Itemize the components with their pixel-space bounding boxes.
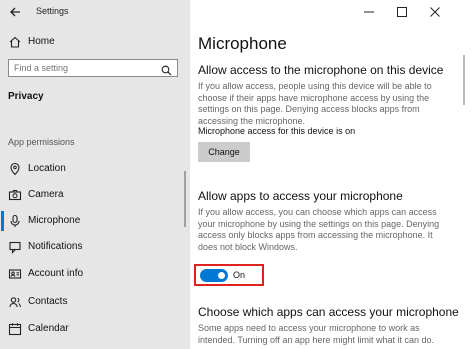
back-arrow-icon[interactable] [8, 5, 22, 19]
sidebar-item-label: Camera [28, 189, 64, 200]
page-title: Microphone [198, 34, 287, 53]
contacts-icon [8, 295, 22, 309]
sidebar-item-camera[interactable]: Camera [0, 185, 190, 207]
app-title: Settings [36, 6, 69, 16]
sidebar-scrollbar[interactable] [184, 171, 186, 227]
apps-access-toggle[interactable] [200, 269, 228, 282]
search-input[interactable] [14, 62, 154, 74]
apps-access-heading: Allow apps to access your microphone [198, 189, 403, 203]
search-box[interactable] [8, 59, 178, 77]
device-access-status: Microphone access for this device is on [198, 126, 356, 136]
sidebar-item-label: Location [28, 163, 66, 174]
choose-apps-heading: Choose which apps can access your microp… [198, 305, 459, 319]
section-header: App permissions [8, 137, 75, 147]
sidebar-item-label: Notifications [28, 241, 83, 252]
change-button[interactable]: Change [198, 142, 250, 162]
category-title: Privacy [8, 91, 44, 102]
sidebar-item-label: Account info [28, 268, 84, 279]
device-access-description: If you allow access, people using this d… [198, 81, 432, 126]
sidebar-item-label: Microphone [28, 215, 81, 226]
device-access-heading: Allow access to the microphone on this d… [198, 63, 444, 77]
titlebar-left: Settings [0, 0, 190, 26]
sidebar-item-label: Home [28, 36, 55, 47]
sidebar-item-label: Calendar [28, 323, 69, 334]
sidebar-item-microphone[interactable]: Microphone [0, 211, 190, 233]
notifications-icon [8, 240, 22, 254]
close-button[interactable] [420, 0, 450, 26]
maximize-button[interactable] [387, 0, 417, 26]
sidebar-item-notifications[interactable]: Notifications [0, 237, 190, 259]
close-icon [430, 7, 440, 17]
sidebar-item-label: Contacts [28, 296, 68, 307]
apps-access-description: If you allow access, you can choose whic… [198, 207, 440, 252]
camera-icon [8, 188, 22, 202]
sidebar-item-location[interactable]: Location [0, 159, 190, 181]
sidebar-item-calendar[interactable]: Calendar [0, 319, 190, 341]
sidebar: Settings Home Privacy App permissions Lo… [0, 0, 190, 349]
toggle-state-label: On [233, 270, 246, 280]
sidebar-item-account-info[interactable]: Account info [0, 264, 190, 286]
maximize-icon [397, 7, 407, 17]
microphone-icon [8, 214, 22, 228]
toggle-knob [218, 272, 225, 279]
sidebar-item-contacts[interactable]: Contacts [0, 292, 190, 314]
location-icon [8, 162, 22, 176]
calendar-icon [8, 322, 22, 336]
minimize-button[interactable] [354, 0, 384, 26]
home-icon [8, 35, 22, 49]
minimize-icon [364, 11, 374, 13]
choose-apps-description: Some apps need to access your microphone… [198, 323, 434, 345]
sidebar-item-home[interactable]: Home [0, 32, 190, 54]
titlebar-right [190, 0, 474, 26]
main-scrollbar[interactable] [463, 55, 465, 105]
search-icon[interactable] [161, 63, 172, 76]
account-info-icon [8, 267, 22, 281]
